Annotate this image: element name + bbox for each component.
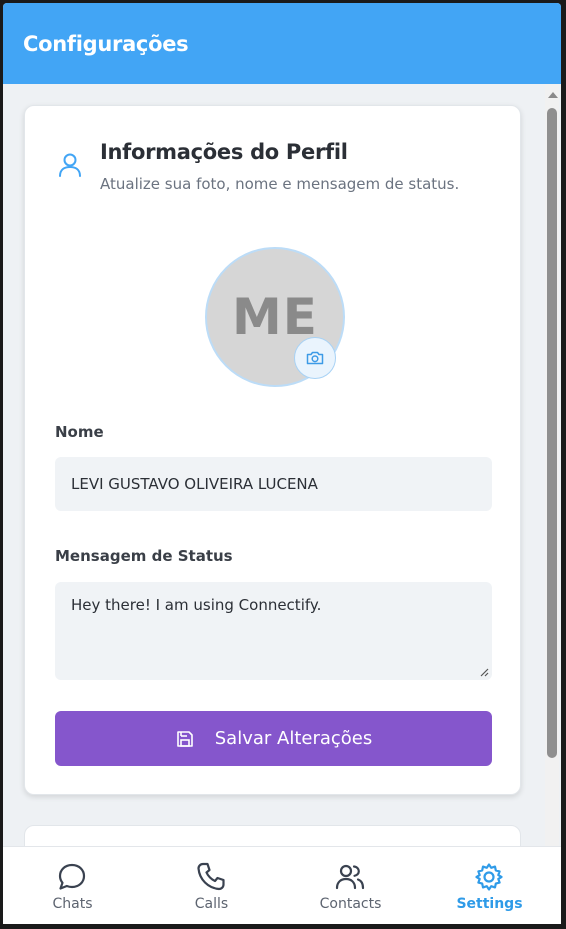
nav-item-calls[interactable]: Calls — [142, 847, 281, 924]
settings-scroll-area[interactable]: Informações do Perfil Atualize sua foto,… — [3, 84, 561, 846]
gear-icon — [475, 863, 503, 891]
scroll-up-arrow-icon[interactable] — [548, 92, 558, 98]
bottom-navigation: Chats Calls Contacts Settings — [3, 846, 561, 924]
chat-bubble-icon — [58, 863, 86, 890]
nav-label-settings: Settings — [456, 896, 523, 912]
profile-card-subtitle: Atualize sua foto, nome e mensagem de st… — [100, 175, 460, 193]
camera-icon — [306, 351, 324, 365]
status-message-input[interactable]: Hey there! I am using Connectify. — [55, 582, 492, 680]
page-title: Configurações — [23, 31, 189, 56]
name-label: Nome — [55, 423, 104, 441]
nav-label-chats: Chats — [52, 896, 93, 912]
users-icon — [335, 864, 365, 890]
save-changes-button[interactable]: Salvar Alterações — [55, 711, 492, 766]
phone-icon — [197, 862, 225, 891]
profile-info-card: Informações do Perfil Atualize sua foto,… — [24, 105, 521, 795]
nav-item-settings[interactable]: Settings — [420, 847, 559, 924]
user-icon — [59, 153, 81, 177]
save-icon — [176, 730, 193, 747]
avatar-initials: ME — [232, 288, 318, 346]
nav-item-contacts[interactable]: Contacts — [281, 847, 420, 924]
nav-label-calls: Calls — [194, 896, 229, 912]
scrollbar-thumb[interactable] — [547, 108, 557, 758]
nav-item-chats[interactable]: Chats — [3, 847, 142, 924]
nav-label-contacts: Contacts — [319, 896, 382, 912]
save-button-label: Salvar Alterações — [214, 728, 373, 749]
app-window: Configurações Informações do Perfil Atua… — [3, 3, 561, 924]
scrollbar[interactable] — [545, 84, 559, 846]
next-settings-card — [24, 825, 521, 846]
resize-grip-icon[interactable] — [479, 667, 489, 677]
name-input[interactable] — [55, 457, 492, 511]
status-label: Mensagem de Status — [55, 547, 233, 565]
app-header: Configurações — [3, 3, 561, 84]
change-photo-button[interactable] — [294, 337, 336, 379]
profile-card-title: Informações do Perfil — [100, 140, 348, 164]
